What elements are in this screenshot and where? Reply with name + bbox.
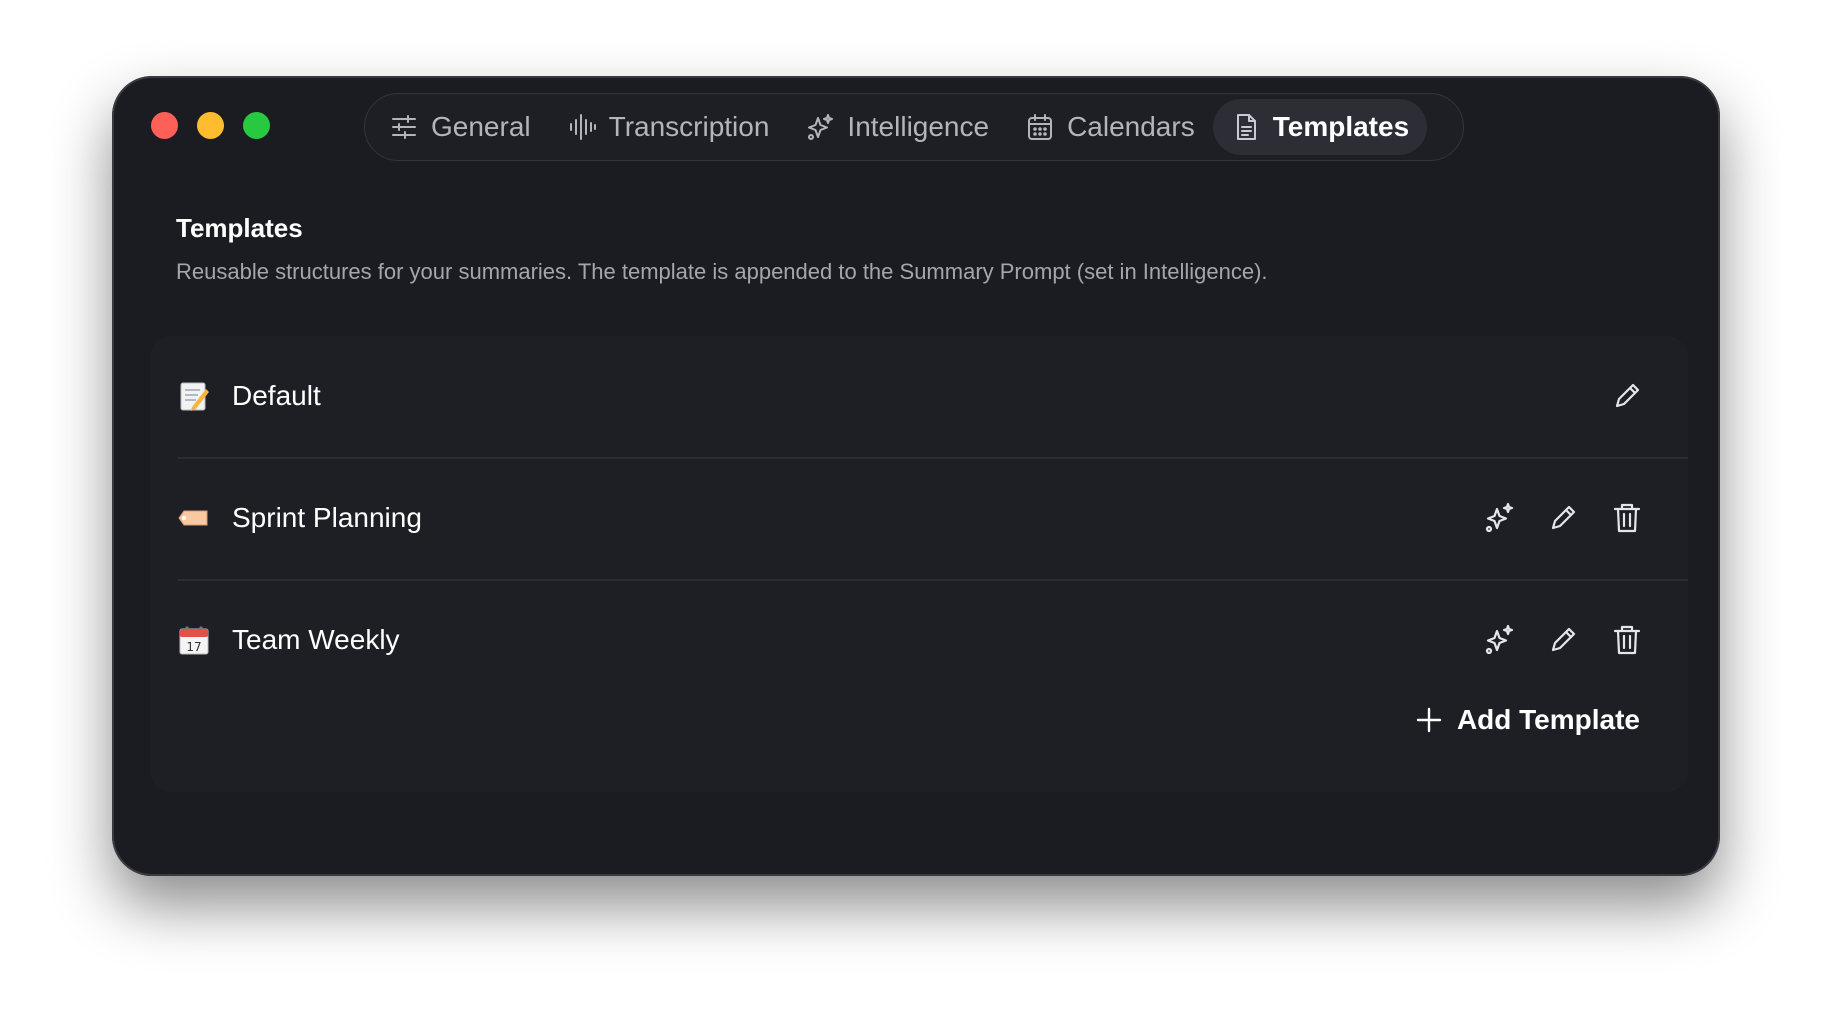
edit-template-button[interactable] <box>1546 623 1580 657</box>
tab-intelligence[interactable]: Intelligence <box>787 99 1007 155</box>
tab-label: Transcription <box>608 111 770 142</box>
calendar-emoji-icon: 17 <box>178 624 210 656</box>
minimize-window-button[interactable] <box>197 112 224 139</box>
template-name: Sprint Planning <box>232 502 422 533</box>
zoom-window-button[interactable] <box>243 112 270 139</box>
ai-generate-sparkles-button[interactable] <box>1482 501 1516 535</box>
plus-icon <box>1416 707 1442 733</box>
sparkles-icon <box>805 112 835 142</box>
template-name: Default <box>232 380 321 411</box>
delete-template-button[interactable] <box>1610 623 1644 657</box>
close-window-button[interactable] <box>151 112 178 139</box>
tab-templates[interactable]: Templates <box>1212 99 1428 155</box>
memo-emoji-icon <box>178 380 210 412</box>
waveform-icon <box>567 112 597 142</box>
sliders-icon <box>389 112 419 142</box>
page-title: Templates <box>176 213 303 243</box>
calendar-icon <box>1025 112 1055 142</box>
tab-label: Calendars <box>1067 111 1195 142</box>
delete-template-button[interactable] <box>1610 501 1644 535</box>
page-description: Reusable structures for your summaries. … <box>176 259 1268 284</box>
document-icon <box>1231 112 1261 142</box>
edit-template-button[interactable] <box>1610 379 1644 413</box>
template-row-default[interactable]: Default <box>178 336 1688 456</box>
tab-calendars[interactable]: Calendars <box>1007 99 1213 155</box>
templates-list: Default Sprint Planning 17 Team Weekly A… <box>150 336 1688 792</box>
edit-template-button[interactable] <box>1546 501 1580 535</box>
template-row-sprint-planning[interactable]: Sprint Planning <box>178 458 1688 578</box>
add-template-button[interactable]: Add Template <box>1415 704 1640 736</box>
ai-generate-sparkles-button[interactable] <box>1482 623 1516 657</box>
tab-label: Templates <box>1272 111 1410 142</box>
tab-transcription[interactable]: Transcription <box>549 99 788 155</box>
label-tag-emoji-icon <box>178 502 210 534</box>
svg-text:17: 17 <box>186 640 201 654</box>
add-template-label: Add Template <box>1456 704 1640 735</box>
template-row-team-weekly[interactable]: 17 Team Weekly <box>178 580 1688 700</box>
template-name: Team Weekly <box>232 624 400 655</box>
settings-tab-bar: General Transcription Intelligence Calen… <box>364 93 1464 161</box>
settings-window: General Transcription Intelligence Calen… <box>112 76 1720 876</box>
tab-label: General <box>431 111 531 142</box>
tab-general[interactable]: General <box>371 99 549 155</box>
tab-label: Intelligence <box>847 111 990 142</box>
